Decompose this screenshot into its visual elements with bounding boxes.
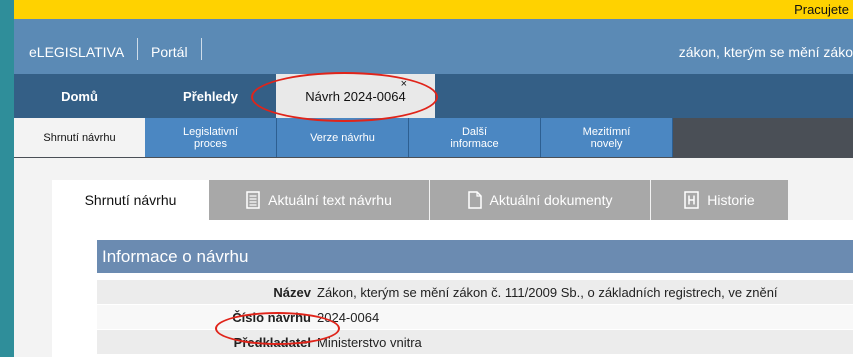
subtab-versions-label: Verze návrhu xyxy=(310,131,375,144)
info-section-title: Informace o návrhu xyxy=(102,246,249,266)
app-window: Pracujete eLEGISLATIVA Portál zákon, kte… xyxy=(14,0,853,357)
tab-overviews[interactable]: Přehledy xyxy=(145,74,276,118)
tab-proposal[interactable]: Návrh 2024-0064 × xyxy=(276,74,435,118)
subtab-interim-amendments[interactable]: Mezitímní novely xyxy=(541,118,673,157)
section-tab-summary[interactable]: Shrnutí návrhu xyxy=(52,180,209,220)
section-tab-current-text-label: Aktuální text návrhu xyxy=(268,192,392,208)
tab-overviews-label: Přehledy xyxy=(183,88,238,104)
subtab-summary-label: Shrnutí návrhu xyxy=(43,131,116,144)
info-label: Název xyxy=(273,284,311,300)
subtab-legislative-process-label: Legislativní proces xyxy=(182,125,239,150)
main-nav: Domů Přehledy Návrh 2024-0064 × xyxy=(14,74,853,118)
subtab-more-info[interactable]: Další informace xyxy=(409,118,541,157)
document-title: zákon, kterým se mění záko xyxy=(678,44,853,60)
subtab-interim-amendments-label: Mezitímní novely xyxy=(582,125,631,150)
info-row-number: Číslo návrhu 2024-0064 xyxy=(97,305,853,329)
proposal-subnav: Shrnutí návrhu Legislativní proces Verze… xyxy=(14,118,853,158)
status-banner-text: Pracujete xyxy=(794,2,849,17)
history-h-icon xyxy=(684,191,700,209)
subtab-summary[interactable]: Shrnutí návrhu xyxy=(14,118,146,157)
subtab-legislative-process[interactable]: Legislativní proces xyxy=(145,118,277,157)
info-row-submitter: Předkladatel Ministerstvo vnitra xyxy=(97,330,853,354)
content-area: Shrnutí návrhu Aktuální text návrhu Aktu… xyxy=(14,158,853,357)
status-banner: Pracujete xyxy=(14,0,853,19)
section-tab-current-documents[interactable]: Aktuální dokumenty xyxy=(430,180,650,220)
page-icon xyxy=(467,191,482,209)
info-label: Předkladatel xyxy=(233,334,311,350)
subtab-more-info-label: Další informace xyxy=(450,125,499,150)
app-header: eLEGISLATIVA Portál zákon, kterým se měn… xyxy=(14,19,853,74)
section-tab-history[interactable]: Historie xyxy=(651,180,788,220)
section-tab-summary-label: Shrnutí návrhu xyxy=(84,192,177,208)
section-tab-current-documents-label: Aktuální dokumenty xyxy=(489,192,613,208)
header-divider xyxy=(201,38,202,60)
close-icon[interactable]: × xyxy=(401,78,407,90)
app-title[interactable]: eLEGISLATIVA xyxy=(29,44,124,60)
portal-link[interactable]: Portál xyxy=(151,44,188,60)
tab-home[interactable]: Domů xyxy=(14,74,145,118)
tab-home-label: Domů xyxy=(61,88,98,104)
info-label: Číslo návrhu xyxy=(232,309,311,325)
subtab-empty xyxy=(673,118,853,157)
info-value: Ministerstvo vnitra xyxy=(317,334,422,350)
info-value: Zákon, kterým se mění zákon č. 111/2009 … xyxy=(317,284,778,300)
subtab-versions[interactable]: Verze návrhu xyxy=(277,118,409,157)
summary-panel: Informace o návrhu Název Zákon, kterým s… xyxy=(52,220,853,357)
section-tab-history-label: Historie xyxy=(707,192,755,208)
info-value: 2024-0064 xyxy=(317,309,380,325)
info-row-title: Název Zákon, kterým se mění zákon č. 111… xyxy=(97,280,853,304)
header-divider xyxy=(137,38,138,60)
section-tab-current-text[interactable]: Aktuální text návrhu xyxy=(209,180,429,220)
document-lines-icon xyxy=(246,191,260,209)
info-section-header: Informace o návrhu xyxy=(97,240,853,273)
tab-proposal-label: Návrh 2024-0064 xyxy=(305,88,406,104)
